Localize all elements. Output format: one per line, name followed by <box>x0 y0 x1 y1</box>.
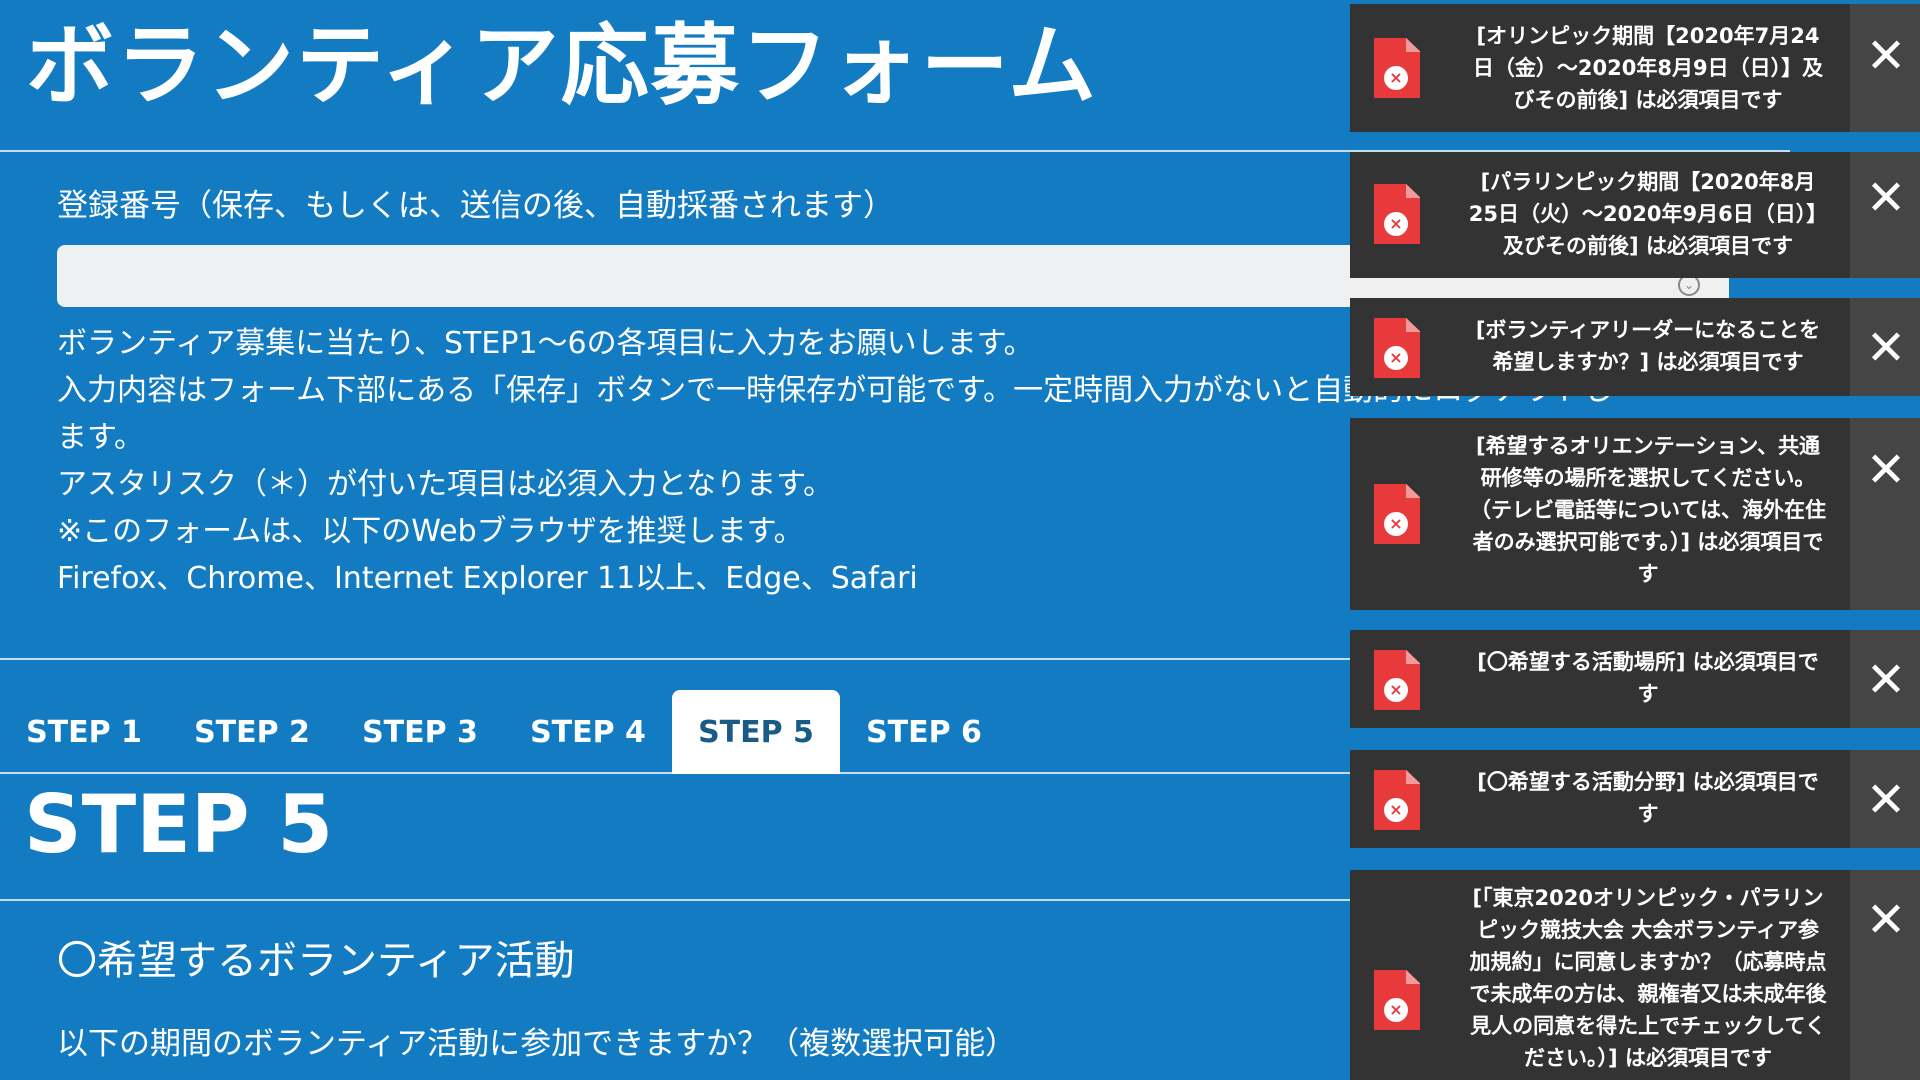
tab-step-1[interactable]: STEP 1 <box>0 690 168 774</box>
toast-close-area: ✕ <box>1850 750 1920 848</box>
error-toast: × [〇希望する活動場所] は必須項目です ✕ <box>1350 630 1920 728</box>
toast-message: [ボランティアリーダーになることを希望しますか？] は必須項目です <box>1475 318 1821 374</box>
toast-message: [〇希望する活動場所] は必須項目です <box>1477 650 1819 706</box>
error-toast: × [オリンピック期間【2020年7月24日（金）〜2020年8月9日（日）】及… <box>1350 4 1920 132</box>
error-toast: × [〇希望する活動分野] は必須項目です ✕ <box>1350 750 1920 848</box>
step-heading: STEP 5 <box>24 778 333 871</box>
registration-number-label: 登録番号（保存、もしくは、送信の後、自動採番されます） <box>57 188 894 224</box>
toast-body: × [〇希望する活動分野] は必須項目です <box>1350 750 1850 848</box>
toast-message: [オリンピック期間【2020年7月24日（金）〜2020年8月9日（日）】及びそ… <box>1472 24 1824 112</box>
page: ボランティア応募フォーム 登録番号（保存、もしくは、送信の後、自動採番されます）… <box>0 0 1920 1080</box>
toast-message: [「東京2020オリンピック・パラリンピック競技大会 大会ボランティア参加規約」… <box>1469 886 1827 1070</box>
file-error-icon: × <box>1374 184 1420 244</box>
tab-step-3[interactable]: STEP 3 <box>336 690 504 774</box>
error-toast: × [パラリンピック期間【2020年8月25日（火）〜2020年9月6日（日）】… <box>1350 152 1920 278</box>
file-error-icon: × <box>1374 970 1420 1030</box>
error-toast: × [希望するオリエンテーション、共通研修等の場所を選択してください。（テレビ電… <box>1350 418 1920 610</box>
tab-step-4[interactable]: STEP 4 <box>504 690 672 774</box>
file-error-icon: × <box>1374 318 1420 378</box>
tab-step-2[interactable]: STEP 2 <box>168 690 336 774</box>
section-title: 〇希望するボランティア活動 <box>57 938 575 984</box>
question-text: 以下の期間のボランティア活動に参加できますか？（複数選択可能） <box>57 1026 1017 1062</box>
tab-step-6[interactable]: STEP 6 <box>840 690 1008 774</box>
close-icon[interactable]: ✕ <box>1864 776 1908 824</box>
file-error-icon: × <box>1374 650 1420 710</box>
toast-close-area: ✕ <box>1850 152 1920 278</box>
close-icon[interactable]: ✕ <box>1864 32 1908 80</box>
toast-close-area: ✕ <box>1850 298 1920 396</box>
toast-message: [希望するオリエンテーション、共通研修等の場所を選択してください。（テレビ電話等… <box>1470 434 1826 586</box>
toast-message: [〇希望する活動分野] は必須項目です <box>1477 770 1819 826</box>
toast-body: × [希望するオリエンテーション、共通研修等の場所を選択してください。（テレビ電… <box>1350 418 1850 610</box>
toast-message: [パラリンピック期間【2020年8月25日（火）〜2020年9月6日（日）】及び… <box>1468 170 1828 258</box>
close-icon[interactable]: ✕ <box>1864 896 1908 944</box>
close-icon[interactable]: ✕ <box>1864 324 1908 372</box>
toast-close-area: ✕ <box>1850 418 1920 610</box>
toast-close-area: ✕ <box>1850 4 1920 132</box>
toast-close-area: ✕ <box>1850 870 1920 1080</box>
close-icon[interactable]: ✕ <box>1864 174 1908 222</box>
close-icon[interactable]: ✕ <box>1864 656 1908 704</box>
page-title: ボランティア応募フォーム <box>26 14 1099 117</box>
file-error-icon: × <box>1374 484 1420 544</box>
toast-container: × [オリンピック期間【2020年7月24日（金）〜2020年8月9日（日）】及… <box>1350 0 1920 1080</box>
file-error-icon: × <box>1374 770 1420 830</box>
error-toast: × [「東京2020オリンピック・パラリンピック競技大会 大会ボランティア参加規… <box>1350 870 1920 1080</box>
close-icon[interactable]: ✕ <box>1864 446 1908 494</box>
toast-body: × [「東京2020オリンピック・パラリンピック競技大会 大会ボランティア参加規… <box>1350 870 1850 1080</box>
toast-body: × [ボランティアリーダーになることを希望しますか？] は必須項目です <box>1350 298 1850 396</box>
tab-step-5[interactable]: STEP 5 <box>672 690 840 774</box>
toast-close-area: ✕ <box>1850 630 1920 728</box>
error-toast: × [ボランティアリーダーになることを希望しますか？] は必須項目です ✕ <box>1350 298 1920 396</box>
toast-body: × [パラリンピック期間【2020年8月25日（火）〜2020年9月6日（日）】… <box>1350 152 1850 278</box>
toast-body: × [〇希望する活動場所] は必須項目です <box>1350 630 1850 728</box>
file-error-icon: × <box>1374 38 1420 98</box>
step-tabs: STEP 1 STEP 2 STEP 3 STEP 4 STEP 5 STEP … <box>0 690 1008 774</box>
toast-body: × [オリンピック期間【2020年7月24日（金）〜2020年8月9日（日）】及… <box>1350 4 1850 132</box>
